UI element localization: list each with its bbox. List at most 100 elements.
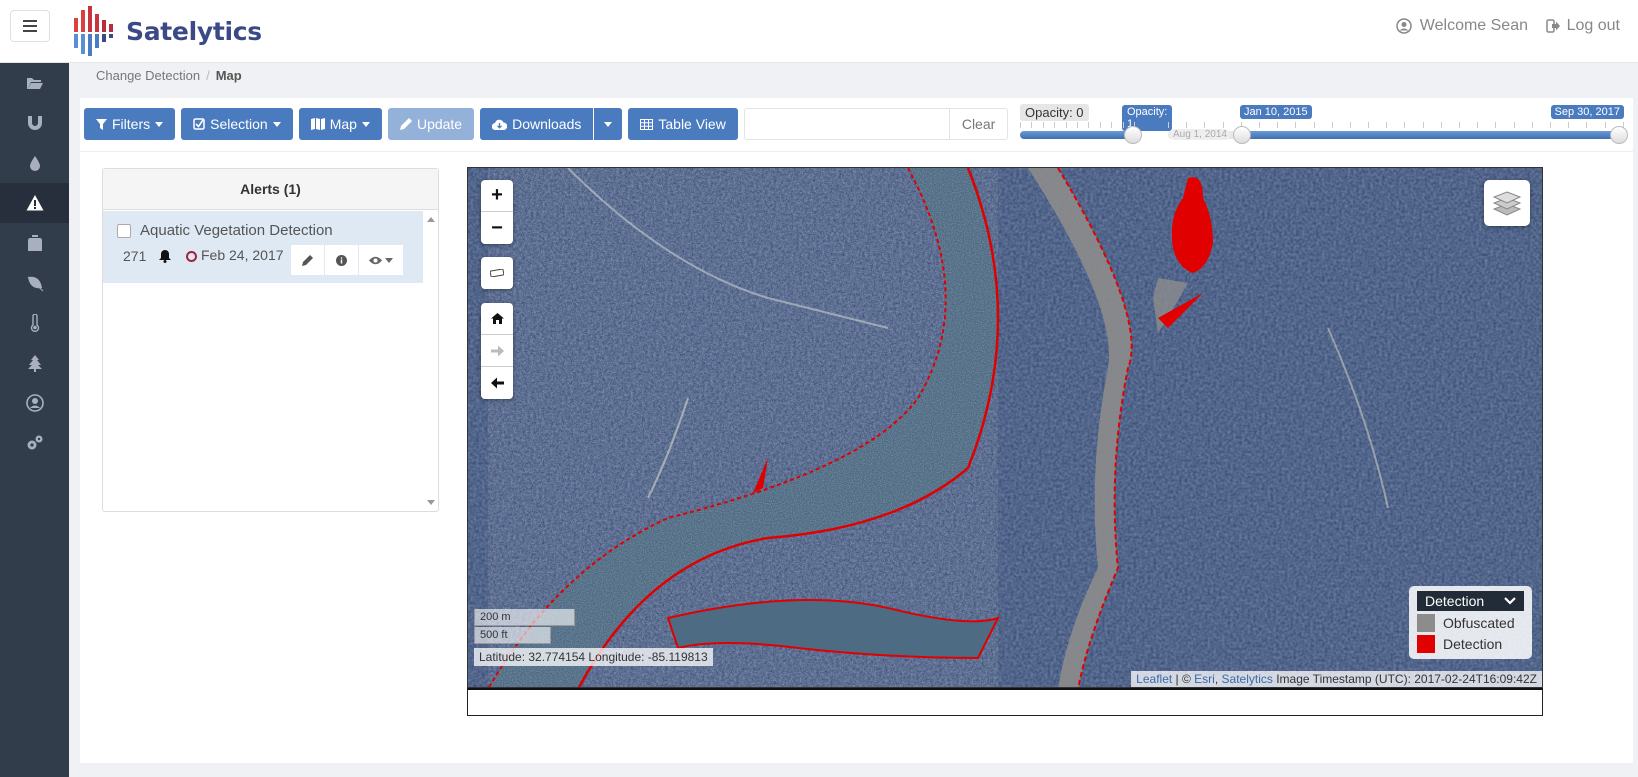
caret-down-icon xyxy=(361,121,370,127)
info-icon xyxy=(336,254,347,266)
map-footer-panel xyxy=(467,688,1543,716)
leaf-icon xyxy=(27,276,43,292)
home-button[interactable] xyxy=(481,303,513,335)
downloads-dropdown-toggle[interactable] xyxy=(594,108,623,140)
scale-metric: 200 m xyxy=(474,609,575,626)
user-circle-icon xyxy=(1396,18,1412,34)
table-icon xyxy=(640,118,654,130)
breadcrumb-parent[interactable]: Change Detection xyxy=(96,68,200,83)
magnet-icon xyxy=(27,116,42,130)
sidebar-item-projects[interactable] xyxy=(0,63,69,103)
arrow-right-icon xyxy=(490,345,504,356)
welcome-text: Welcome Sean xyxy=(1419,17,1528,34)
search-input[interactable] xyxy=(743,108,949,140)
sidebar-item-forestry[interactable] xyxy=(0,343,69,383)
opacity-track[interactable] xyxy=(1020,131,1135,139)
alert-list-item[interactable]: Aquatic Vegetation Detection 271 Feb 24,… xyxy=(103,211,423,283)
brand-logo[interactable]: Satelytics xyxy=(72,4,262,58)
date-selected-range[interactable] xyxy=(1240,131,1624,139)
minus-icon: − xyxy=(491,216,503,239)
opacity-handle[interactable] xyxy=(1124,126,1142,144)
alert-actions xyxy=(291,245,403,275)
pencil-icon xyxy=(302,254,313,266)
back-button[interactable] xyxy=(481,367,513,399)
alerts-header: Alerts (1) xyxy=(103,169,438,210)
table-view-label: Table View xyxy=(658,116,726,132)
breadcrumb-current: Map xyxy=(215,68,242,83)
selection-button[interactable]: Selection xyxy=(181,108,293,140)
sidebar-item-water[interactable] xyxy=(0,143,69,183)
clear-button[interactable]: Clear xyxy=(948,108,1009,140)
map-view[interactable]: + − 200 m 500 ft Latitude: 32.774154 Lon… xyxy=(467,167,1543,688)
legend-toggle[interactable]: Detection xyxy=(1417,591,1524,611)
cloud-download-icon xyxy=(492,119,508,130)
logout-link[interactable]: Log out xyxy=(1545,17,1620,35)
pencil-icon xyxy=(399,118,412,130)
caret-down-icon xyxy=(272,121,281,127)
folder-open-icon xyxy=(26,78,43,89)
sidebar-item-vegetation[interactable] xyxy=(0,263,69,303)
scale-imperial: 500 ft xyxy=(474,627,551,644)
thermometer-icon xyxy=(30,314,39,332)
date-start-label: Jan 10, 2015 xyxy=(1240,105,1312,119)
date-start-handle[interactable] xyxy=(1233,126,1251,144)
filters-button[interactable]: Filters xyxy=(84,108,176,140)
legend-title: Detection xyxy=(1425,593,1485,609)
opacity-slider[interactable]: Opacity: 0 Opacity: 1 xyxy=(1020,104,1173,144)
zoom-out-button[interactable]: − xyxy=(481,212,513,244)
layers-control-button[interactable] xyxy=(1484,180,1530,226)
scroll-down-arrow[interactable] xyxy=(427,500,435,505)
gears-icon xyxy=(27,435,42,450)
sidebar-item-field[interactable] xyxy=(0,223,69,263)
sign-out-icon xyxy=(1545,19,1560,33)
alert-title[interactable]: Aquatic Vegetation Detection xyxy=(140,222,333,239)
downloads-label: Downloads xyxy=(512,116,582,132)
navigation-control xyxy=(481,303,513,399)
filter-icon xyxy=(96,118,107,130)
update-button[interactable]: Update xyxy=(387,108,475,140)
chevron-down-icon xyxy=(1504,597,1516,605)
legend-label: Obfuscated xyxy=(1443,614,1515,631)
brand-name: Satelytics xyxy=(126,16,262,46)
esri-link[interactable]: Esri xyxy=(1194,672,1215,686)
scroll-up-arrow[interactable] xyxy=(427,217,435,222)
logout-label: Log out xyxy=(1566,17,1620,34)
backpack-icon xyxy=(27,235,42,251)
opacity-min-label: Opacity: 0 xyxy=(1020,104,1089,121)
satellite-imagery xyxy=(468,168,1542,687)
toolbar: Filters Selection Map Update Downloads T… xyxy=(84,108,1009,140)
map-icon xyxy=(310,118,325,130)
map-button[interactable]: Map xyxy=(298,108,382,140)
selection-label: Selection xyxy=(210,116,268,132)
user-menu[interactable]: Welcome Sean xyxy=(1396,17,1528,35)
forward-button[interactable] xyxy=(481,335,513,367)
alert-count: 271 xyxy=(123,248,147,264)
edit-alert-button[interactable] xyxy=(291,245,324,275)
date-min-label: Aug 1, 2014 xyxy=(1170,129,1230,140)
breadcrumb-separator: / xyxy=(206,68,210,83)
alert-info-button[interactable] xyxy=(325,245,358,275)
opacity-ticks xyxy=(1020,122,1135,130)
sidebar-item-account[interactable] xyxy=(0,383,69,423)
satelytics-link[interactable]: Satelytics xyxy=(1222,672,1273,686)
date-end-handle[interactable] xyxy=(1610,126,1628,144)
sidebar-item-temperature[interactable] xyxy=(0,303,69,343)
filters-label: Filters xyxy=(112,116,151,132)
alert-checkbox[interactable] xyxy=(117,224,131,238)
sidebar-item-settings[interactable] xyxy=(0,423,69,463)
legend-item-obfuscated: Obfuscated xyxy=(1417,613,1524,632)
measure-button[interactable] xyxy=(481,257,513,289)
droplet-icon xyxy=(29,156,40,171)
zoom-in-button[interactable]: + xyxy=(481,180,513,212)
sidebar-item-alerts[interactable] xyxy=(0,183,69,223)
table-view-button[interactable]: Table View xyxy=(628,108,738,140)
sidebar-item-magnet[interactable] xyxy=(0,103,69,143)
date-range-slider[interactable]: Aug 1, 2014 Jan 10, 2015 Sep 30, 2017 xyxy=(1168,104,1628,144)
leaflet-link[interactable]: Leaflet xyxy=(1136,672,1172,686)
menu-toggle-button[interactable] xyxy=(10,10,50,42)
visibility-dropdown-button[interactable] xyxy=(359,245,403,275)
arrow-left-icon xyxy=(490,377,504,389)
downloads-button-group: Downloads xyxy=(480,108,623,140)
downloads-button[interactable]: Downloads xyxy=(480,108,594,140)
measure-control xyxy=(481,257,513,289)
